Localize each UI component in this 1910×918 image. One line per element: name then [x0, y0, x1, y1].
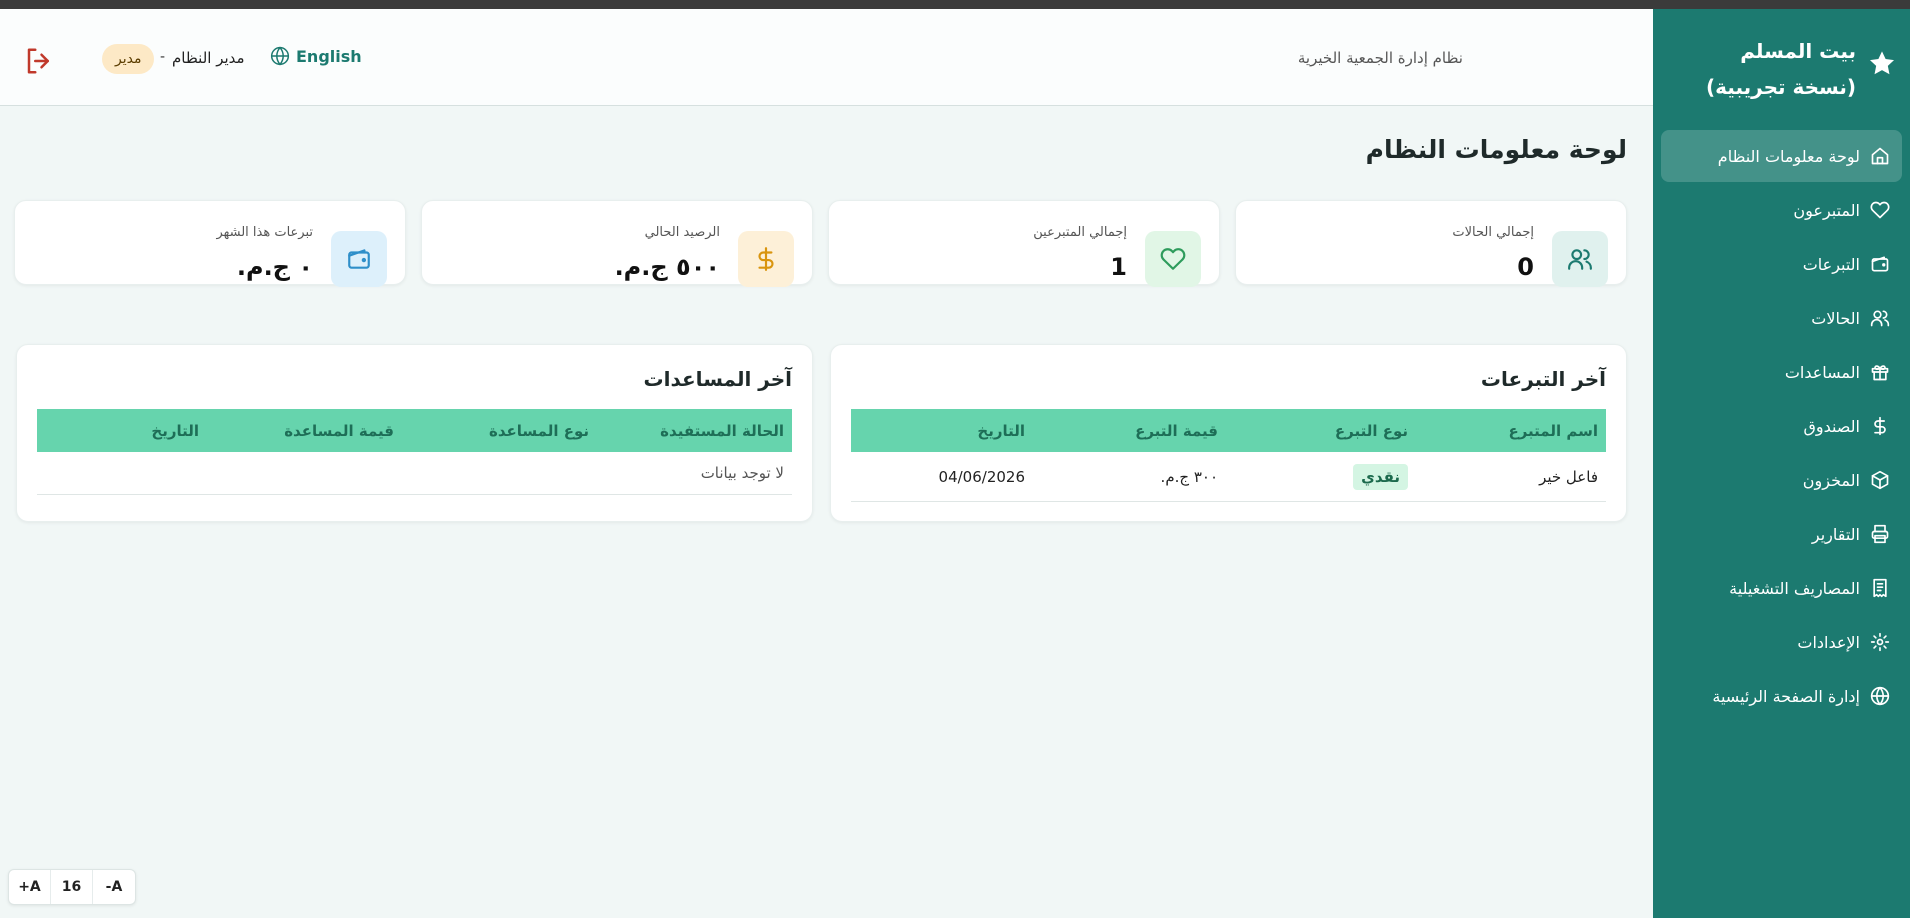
table-row[interactable]: فاعل خير نقدي ٣٠٠ ج.م. 04/06/2026	[851, 452, 1606, 502]
sidebar-item-dashboard[interactable]: لوحة معلومات النظام	[1661, 130, 1902, 182]
donation-type: نقدي	[1226, 463, 1416, 490]
receipt-icon	[1870, 578, 1890, 598]
users-icon	[1870, 308, 1890, 328]
sidebar-item-fund[interactable]: الصندوق	[1661, 400, 1902, 452]
sidebar-item-settings[interactable]: الإعدادات	[1661, 616, 1902, 668]
column-header: قيمة التبرع	[1135, 421, 1218, 440]
column-header: التاريخ	[151, 421, 199, 440]
sidebar-item-label: المتبرعون	[1793, 200, 1860, 220]
stat-card-donors: إجمالي المتبرعين 1	[828, 200, 1220, 287]
table-header: الحالة المستفيدة نوع المساعدة قيمة المسا…	[37, 409, 792, 452]
heart-icon	[1870, 200, 1890, 220]
sidebar: بيت المسلم (نسخة تجريبية) لوحة معلومات ا…	[1653, 9, 1910, 918]
panel-title: آخر المساعدات	[643, 367, 792, 391]
stat-card-cases: إجمالي الحالات 0	[1235, 200, 1627, 287]
stat-label: تبرعات هذا الشهر	[216, 225, 313, 240]
sidebar-item-label: التقارير	[1811, 524, 1860, 544]
column-header: الحالة المستفيدة	[660, 421, 784, 440]
stat-card-monthly-donations: تبرعات هذا الشهر ٠ ج.م.	[14, 200, 406, 287]
sidebar-item-cases[interactable]: الحالات	[1661, 292, 1902, 344]
sidebar-item-reports[interactable]: التقارير	[1661, 508, 1902, 560]
brand-title: بيت المسلم (نسخة تجريبية)	[1706, 39, 1856, 99]
stat-value: ٠ ج.م.	[236, 253, 313, 281]
language-label: English	[296, 46, 362, 66]
language-toggle[interactable]: English	[270, 46, 362, 66]
latest-donations-panel: آخر التبرعات اسم المتبرع نوع التبرع قيمة…	[830, 344, 1627, 522]
sidebar-item-expenses[interactable]: المصاريف التشغيلية	[1661, 562, 1902, 614]
wallet-icon	[331, 231, 387, 287]
sidebar-item-label: التبرعات	[1802, 254, 1860, 274]
dollar-icon	[738, 231, 794, 287]
column-header: قيمة المساعدة	[284, 421, 394, 440]
dollar-icon	[1870, 416, 1890, 436]
font-size-value: 16	[51, 870, 93, 904]
sidebar-item-label: إدارة الصفحة الرئيسية	[1712, 686, 1860, 706]
globe-icon	[270, 46, 290, 66]
stat-label: إجمالي المتبرعين	[1033, 225, 1127, 240]
system-name: نظام إدارة الجمعية الخيرية	[1297, 49, 1463, 67]
font-increase-button[interactable]: +A	[9, 870, 51, 904]
sidebar-item-homepage[interactable]: إدارة الصفحة الرئيسية	[1661, 670, 1902, 722]
stat-value: ٥٠٠ ج.م.	[614, 253, 720, 281]
column-header: اسم المتبرع	[1508, 421, 1598, 440]
sidebar-item-donations[interactable]: التبرعات	[1661, 238, 1902, 290]
user-separator: -	[160, 49, 166, 65]
browser-top-strip	[0, 0, 1910, 9]
sidebar-item-label: المصاريف التشغيلية	[1729, 578, 1860, 598]
font-size-controls: +A 16 -A	[8, 869, 136, 905]
sidebar-item-label: الصندوق	[1803, 416, 1860, 436]
donations-table: اسم المتبرع نوع التبرع قيمة التبرع التار…	[851, 409, 1606, 502]
stat-label: الرصيد الحالي	[644, 225, 720, 240]
sidebar-item-label: المخزون	[1802, 470, 1860, 490]
sidebar-nav: لوحة معلومات النظام المتبرعون التبرعات ا…	[1653, 130, 1910, 722]
gift-icon	[1870, 362, 1890, 382]
stat-value: 1	[1110, 253, 1127, 281]
logout-button[interactable]	[24, 46, 56, 78]
home-icon	[1870, 146, 1890, 166]
printer-icon	[1870, 524, 1890, 544]
user-name: مدير النظام	[172, 49, 245, 67]
column-header: نوع المساعدة	[489, 421, 589, 440]
donation-amount: ٣٠٠ ج.م.	[1160, 467, 1218, 486]
users-icon	[1552, 231, 1608, 287]
globe-icon	[1870, 686, 1890, 706]
font-decrease-button[interactable]: -A	[93, 870, 135, 904]
donor-name: فاعل خير	[1539, 467, 1598, 486]
sidebar-item-label: المساعدات	[1784, 362, 1860, 382]
sidebar-item-label: لوحة معلومات النظام	[1717, 146, 1860, 166]
latest-aids-panel: آخر المساعدات الحالة المستفيدة نوع المسا…	[16, 344, 813, 522]
stat-label: إجمالي الحالات	[1452, 225, 1534, 240]
wallet-icon	[1870, 254, 1890, 274]
stat-value: 0	[1517, 253, 1534, 281]
logout-icon	[27, 48, 49, 74]
aids-table: الحالة المستفيدة نوع المساعدة قيمة المسا…	[37, 409, 792, 495]
header: نظام إدارة الجمعية الخيرية English مدير …	[0, 9, 1653, 106]
gear-icon	[1870, 632, 1890, 652]
sidebar-item-label: الحالات	[1811, 308, 1860, 328]
box-icon	[1870, 470, 1890, 490]
column-header: نوع التبرع	[1334, 421, 1408, 440]
sidebar-item-donors[interactable]: المتبرعون	[1661, 184, 1902, 236]
brand[interactable]: بيت المسلم (نسخة تجريبية)	[1653, 9, 1910, 130]
donation-date: 04/06/2026	[938, 467, 1025, 486]
role-badge: مدير	[102, 44, 155, 74]
panel-title: آخر التبرعات	[1480, 367, 1606, 391]
star-icon	[1869, 51, 1895, 75]
column-header: التاريخ	[977, 421, 1025, 440]
empty-state: لا توجد بيانات	[37, 452, 792, 495]
stat-card-balance: الرصيد الحالي ٥٠٠ ج.م.	[421, 200, 813, 287]
heart-icon	[1145, 231, 1201, 287]
donation-type-badge: نقدي	[1353, 463, 1408, 490]
table-header: اسم المتبرع نوع التبرع قيمة التبرع التار…	[851, 409, 1606, 452]
page-title: لوحة معلومات النظام	[1365, 135, 1627, 164]
sidebar-item-label: الإعدادات	[1797, 632, 1860, 652]
sidebar-item-aids[interactable]: المساعدات	[1661, 346, 1902, 398]
sidebar-item-inventory[interactable]: المخزون	[1661, 454, 1902, 506]
